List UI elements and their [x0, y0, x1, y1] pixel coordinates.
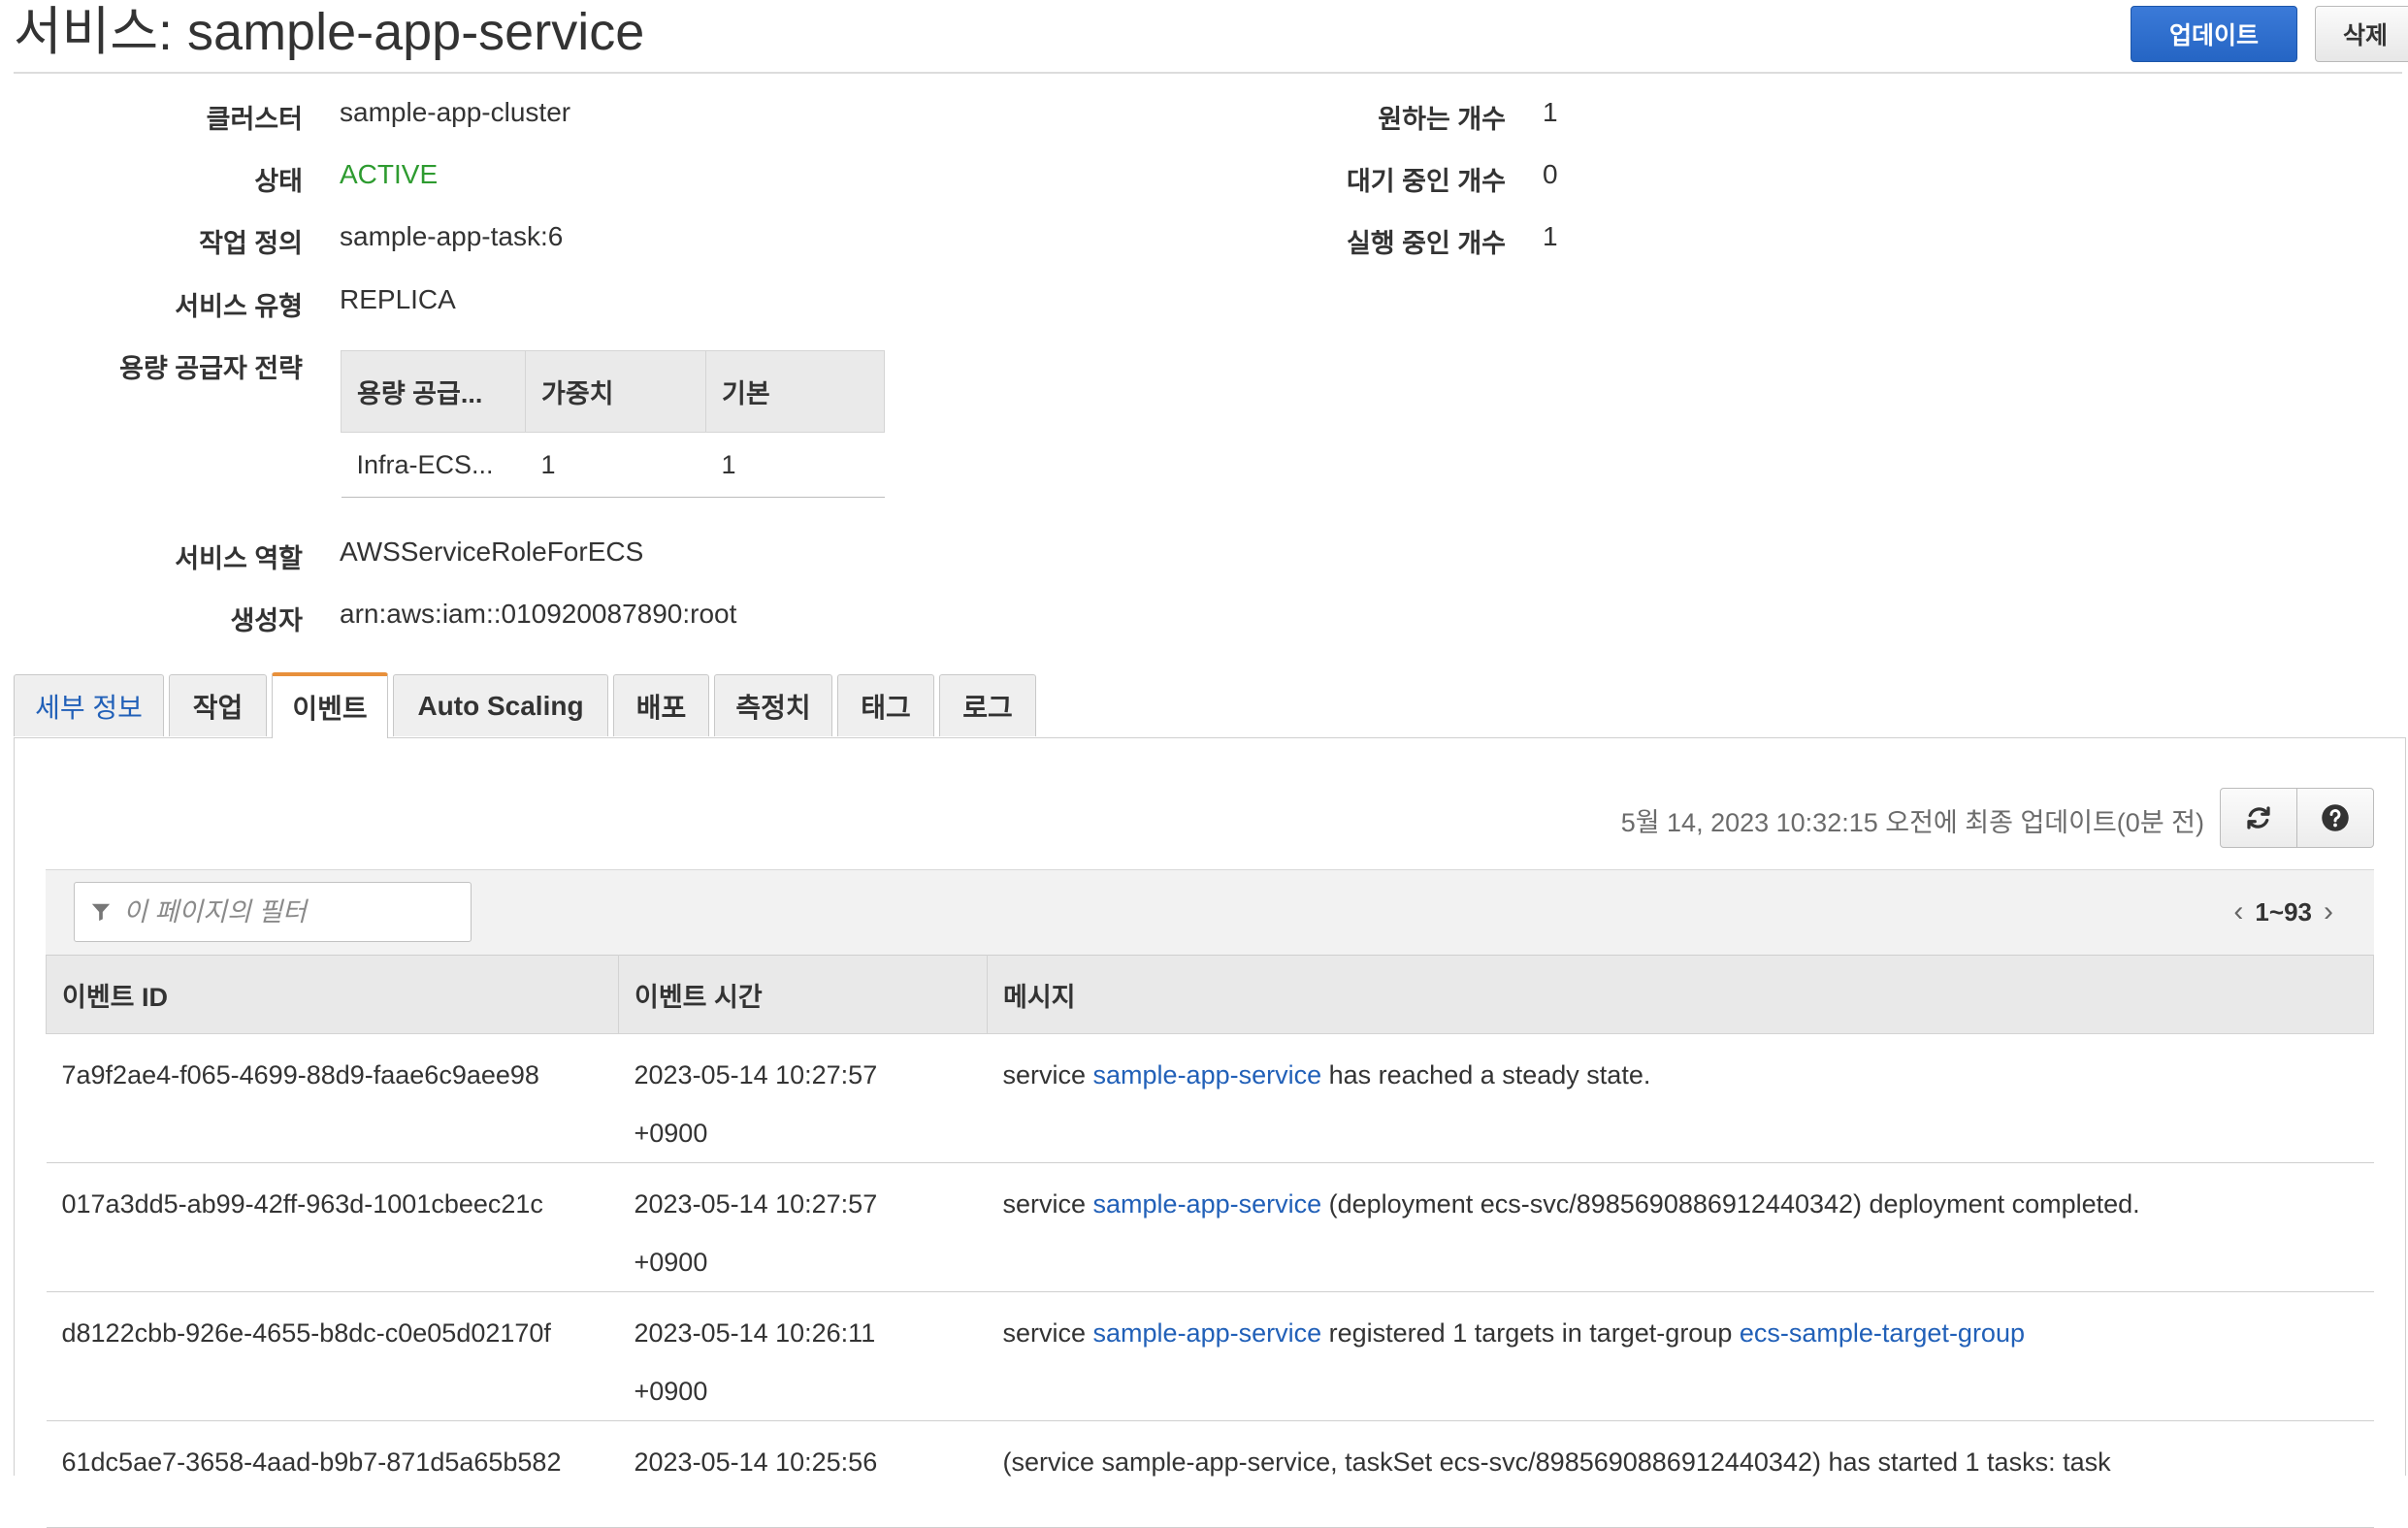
cluster-link[interactable]: sample-app-cluster — [340, 97, 570, 128]
table-row: Infra-ECS... 1 1 — [341, 432, 885, 498]
status-label: 상태 — [254, 167, 303, 196]
message-text: registered 1 targets in target-group — [1321, 1318, 1740, 1348]
tab-deployments[interactable]: 배포 — [613, 674, 709, 736]
event-time-tz: +0900 — [634, 1377, 708, 1406]
filter-bar: ‹ 1~93 › — [46, 869, 2374, 956]
event-id-header[interactable]: 이벤트 ID — [46, 955, 619, 1034]
message-text: (deployment ecs-svc/8985690886912440342)… — [1321, 1189, 2140, 1219]
running-count-label: 실행 중인 개수 — [1346, 229, 1506, 258]
event-time-tz: +0900 — [634, 1248, 708, 1277]
event-message-cell: service sample-app-service (deployment e… — [987, 1162, 2374, 1292]
table-row: 7a9f2ae4-f065-4699-88d9-faae6c9aee98 202… — [46, 1033, 2374, 1163]
event-time-cell: 2023-05-14 10:27:57 +0900 — [618, 1162, 988, 1292]
pagination-range: 1~93 — [2255, 896, 2312, 927]
base-cell: 1 — [705, 432, 885, 498]
refresh-button[interactable] — [2220, 788, 2297, 848]
desired-count-label: 원하는 개수 — [1378, 105, 1506, 134]
page-title: 서비스: sample-app-service — [14, 3, 645, 61]
tab-bar: 세부 정보 작업 이벤트 Auto Scaling 배포 측정치 태그 로그 — [14, 672, 1041, 738]
event-time-date: 2023-05-14 10:27:57 — [634, 1060, 878, 1089]
event-time-cell: 2023-05-14 10:27:57 +0900 — [618, 1033, 988, 1163]
base-header: 기본 — [705, 350, 885, 433]
page-header: 서비스: sample-app-service 업데이트 삭제 — [14, 0, 2408, 74]
capacity-provider-header: 용량 공급... — [341, 350, 526, 433]
service-link[interactable]: sample-app-service — [1093, 1318, 1322, 1348]
refresh-icon — [2247, 806, 2270, 829]
help-button[interactable] — [2296, 788, 2374, 848]
table-row: 017a3dd5-ab99-42ff-963d-1001cbeec21c 202… — [46, 1162, 2374, 1292]
service-link[interactable]: sample-app-service — [1093, 1189, 1322, 1219]
tab-details[interactable]: 세부 정보 — [14, 674, 164, 736]
event-id-cell: 7a9f2ae4-f065-4699-88d9-faae6c9aee98 — [46, 1033, 619, 1163]
event-id-cell: 61dc5ae7-3658-4aad-b9b7-871d5a65b582 — [46, 1420, 619, 1528]
message-text: has reached a steady state. — [1321, 1060, 1651, 1089]
update-button[interactable]: 업데이트 — [2131, 6, 2297, 62]
table-row: d8122cbb-926e-4655-b8dc-c0e05d02170f 202… — [46, 1291, 2374, 1421]
service-type-value: REPLICA — [340, 284, 456, 314]
events-table: 이벤트 ID 이벤트 시간 메시지 7a9f2ae4-f065-4699-88d… — [46, 955, 2374, 1528]
event-id-cell: 017a3dd5-ab99-42ff-963d-1001cbeec21c — [46, 1162, 619, 1292]
tab-logs[interactable]: 로그 — [939, 674, 1036, 736]
event-time-date: 2023-05-14 10:26:11 — [634, 1318, 876, 1348]
pending-count-value: 0 — [1543, 159, 1558, 189]
task-definition-label: 작업 정의 — [199, 229, 303, 258]
pending-count-label: 대기 중인 개수 — [1346, 167, 1506, 196]
task-definition-link[interactable]: sample-app-task:6 — [340, 221, 563, 252]
event-time-tz: +0900 — [634, 1119, 708, 1148]
tab-auto-scaling[interactable]: Auto Scaling — [393, 674, 608, 736]
question-circle-icon — [2322, 804, 2349, 831]
event-message-cell: service sample-app-service registered 1 … — [987, 1291, 2374, 1421]
chevron-right-icon[interactable]: › — [2324, 895, 2333, 928]
last-updated-text: 5월 14, 2023 10:32:15 오전에 최종 업데이트(0분 전) — [1620, 808, 2204, 837]
delete-button[interactable]: 삭제 — [2315, 6, 2408, 62]
event-time-date: 2023-05-14 10:25:56 — [634, 1447, 878, 1477]
capacity-provider-cell: Infra-ECS... — [341, 432, 526, 498]
filter-box[interactable] — [74, 882, 472, 942]
funnel-icon — [91, 903, 111, 922]
pagination: ‹ 1~93 › — [2222, 895, 2345, 928]
service-role-label: 서비스 역할 — [175, 544, 303, 573]
message-text: service — [1002, 1318, 1093, 1348]
capacity-strategy-label: 용량 공급자 전략 — [119, 354, 303, 383]
status-value: ACTIVE — [340, 159, 439, 189]
message-text: (service sample-app-service, taskSet ecs… — [1002, 1447, 2111, 1477]
service-type-label: 서비스 유형 — [175, 292, 303, 321]
tab-tasks[interactable]: 작업 — [169, 674, 267, 736]
service-role-value: AWSServiceRoleForECS — [340, 536, 644, 567]
desired-count-value: 1 — [1543, 97, 1558, 127]
weight-header: 가중치 — [525, 350, 706, 433]
event-time-cell: 2023-05-14 10:26:11 +0900 — [618, 1291, 988, 1421]
target-group-link[interactable]: ecs-sample-target-group — [1740, 1318, 2025, 1348]
message-text: service — [1002, 1060, 1093, 1089]
tab-metrics[interactable]: 측정치 — [714, 674, 832, 736]
service-link[interactable]: sample-app-service — [1093, 1060, 1322, 1089]
table-row: 61dc5ae7-3658-4aad-b9b7-871d5a65b582 202… — [46, 1420, 2374, 1528]
event-time-date: 2023-05-14 10:27:57 — [634, 1189, 878, 1219]
message-header[interactable]: 메시지 — [987, 955, 2374, 1034]
created-by-value: arn:aws:iam::010920087890:root — [340, 599, 737, 629]
message-text: service — [1002, 1189, 1093, 1219]
filter-input[interactable] — [121, 895, 455, 928]
event-time-header[interactable]: 이벤트 시간 — [618, 955, 988, 1034]
created-by-label: 생성자 — [230, 606, 303, 635]
cluster-label: 클러스터 — [206, 105, 303, 134]
tab-events[interactable]: 이벤트 — [272, 672, 388, 738]
chevron-left-icon[interactable]: ‹ — [2233, 895, 2243, 928]
event-id-cell: d8122cbb-926e-4655-b8dc-c0e05d02170f — [46, 1291, 619, 1421]
capacity-provider-table: 용량 공급... 가중치 기본 Infra-ECS... 1 1 — [341, 350, 885, 498]
running-count-value: 1 — [1543, 221, 1558, 251]
event-time-cell: 2023-05-14 10:25:56 — [618, 1420, 988, 1528]
weight-cell: 1 — [525, 432, 706, 498]
tab-tags[interactable]: 태그 — [837, 674, 934, 736]
event-message-cell: (service sample-app-service, taskSet ecs… — [987, 1420, 2374, 1528]
event-message-cell: service sample-app-service has reached a… — [987, 1033, 2374, 1163]
